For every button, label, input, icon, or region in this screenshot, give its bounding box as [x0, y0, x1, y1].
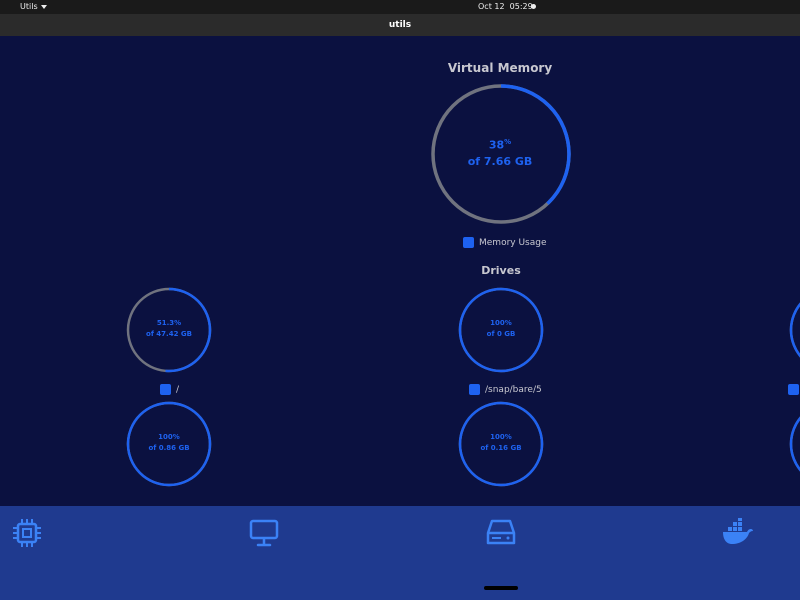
drive-percent: 100%	[461, 319, 541, 327]
drive-percent: 51.3%	[129, 319, 209, 327]
drive-mount-label: /snap/bare/5	[485, 384, 542, 395]
legend-swatch	[160, 384, 171, 395]
window-title-bar: utils	[0, 14, 800, 36]
drive-usage-ring	[789, 401, 800, 487]
legend-swatch	[463, 237, 474, 248]
drive-legend[interactable]: /snap/bare/5	[469, 384, 542, 395]
virtual-memory-ring	[431, 84, 571, 224]
drive-total: of 0 GB	[486, 330, 516, 338]
drive-legend[interactable]: /	[160, 384, 179, 395]
drive-percent-unit: %	[504, 319, 512, 327]
drive-percent-value: 100	[490, 433, 505, 441]
caret-down-icon	[40, 4, 47, 9]
drive-percent-value: 100	[490, 319, 505, 327]
virtual-memory-title: Virtual Memory	[447, 61, 553, 75]
drive-percent-unit: %	[504, 433, 512, 441]
system-top-bar: Utils Oct 12 05:29	[0, 0, 800, 14]
clock-time: 05:29	[509, 2, 533, 11]
legend-swatch	[788, 384, 799, 395]
clock[interactable]: Oct 12 05:29	[478, 2, 533, 11]
drive-total: of 0.86 GB	[148, 444, 190, 452]
drive-percent: 100%	[461, 433, 541, 441]
memory-usage-legend-label: Memory Usage	[479, 237, 547, 248]
virtual-memory-percent-unit: %	[504, 138, 512, 146]
drive-usage-ring	[789, 287, 800, 373]
drive-percent-value: 100	[158, 433, 173, 441]
window-title: utils	[388, 20, 412, 30]
drive-percent-unit: %	[172, 433, 180, 441]
ring-free-track	[789, 302, 800, 358]
drive-percent: 100%	[129, 433, 209, 441]
nav-active-indicator	[484, 586, 518, 590]
drive-legend[interactable]	[788, 384, 799, 395]
monitor-icon[interactable]	[248, 518, 280, 548]
docker-icon[interactable]	[722, 518, 754, 546]
memory-usage-legend[interactable]: Memory Usage	[463, 237, 547, 248]
ring-used-arc	[789, 287, 800, 373]
drive-total: of 47.42 GB	[146, 330, 192, 338]
virtual-memory-usage-ring	[431, 84, 571, 224]
app-menu-label: Utils	[20, 2, 38, 11]
drive-mount-label: /	[176, 384, 180, 395]
hard-drive-icon[interactable]	[485, 517, 517, 547]
virtual-memory-percent: 38%	[450, 138, 550, 152]
rings-canvas	[126, 84, 800, 487]
drive-percent-value: 51.3	[156, 319, 175, 327]
bottom-navigation	[0, 506, 800, 600]
drive-total: of 0.16 GB	[480, 444, 522, 452]
ring-used-arc	[789, 401, 800, 487]
drives-title: Drives	[481, 264, 521, 277]
app-menu[interactable]: Utils	[20, 2, 47, 11]
cpu-icon[interactable]	[11, 517, 43, 549]
legend-swatch	[469, 384, 480, 395]
clock-date: Oct 12	[478, 2, 505, 11]
virtual-memory-total: of 7.66 GB	[467, 155, 533, 168]
status-dot-icon	[531, 4, 536, 9]
ring-free-track	[789, 416, 800, 472]
virtual-memory-percent-value: 38	[488, 138, 505, 152]
main-content[interactable]: Virtual Memory 38% of 7.66 GB Memory Usa…	[0, 36, 800, 506]
drive-percent-unit: %	[174, 319, 182, 327]
